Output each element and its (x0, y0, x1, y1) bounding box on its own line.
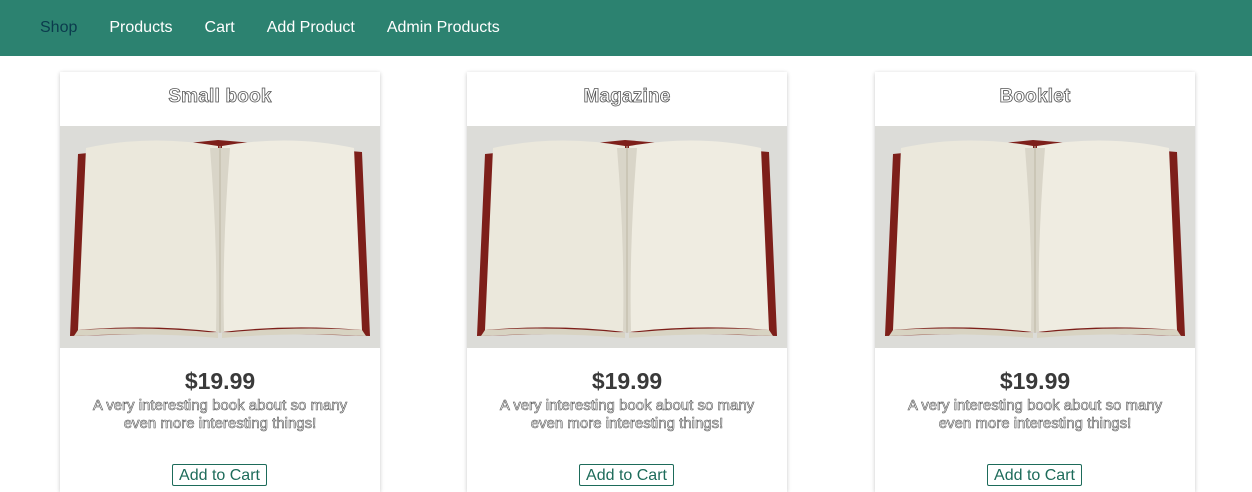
product-card: Magazine $19.99 A very interesting book … (467, 72, 787, 492)
add-to-cart-button[interactable]: Add to Cart (579, 464, 674, 486)
nav-cart[interactable]: Cart (205, 19, 235, 37)
nav-products[interactable]: Products (109, 19, 172, 37)
nav-admin-products[interactable]: Admin Products (387, 19, 500, 37)
open-book-icon (467, 126, 787, 348)
product-description: A very interesting book about so many ev… (499, 397, 755, 433)
product-description: A very interesting book about so many ev… (907, 397, 1163, 433)
product-card: Small book $19.99 A very interesting boo… (60, 72, 380, 492)
product-title: Small book (168, 86, 272, 108)
nav-shop[interactable]: Shop (40, 19, 77, 37)
open-book-icon (60, 126, 380, 348)
product-title: Magazine (583, 86, 671, 108)
add-to-cart-button[interactable]: Add to Cart (987, 464, 1082, 486)
product-image (467, 126, 787, 348)
product-price: $19.99 (591, 368, 663, 394)
product-image (60, 126, 380, 348)
open-book-icon (875, 126, 1195, 348)
add-to-cart-button[interactable]: Add to Cart (172, 464, 267, 486)
product-card: Booklet $19.99 A very interesting book a… (875, 72, 1195, 492)
product-image (875, 126, 1195, 348)
product-price: $19.99 (184, 368, 256, 394)
main-header: Shop Products Cart Add Product Admin Pro… (0, 0, 1252, 56)
product-title: Booklet (999, 86, 1071, 108)
product-description: A very interesting book about so many ev… (92, 397, 348, 433)
product-price: $19.99 (999, 368, 1071, 394)
nav-add-product[interactable]: Add Product (267, 19, 355, 37)
